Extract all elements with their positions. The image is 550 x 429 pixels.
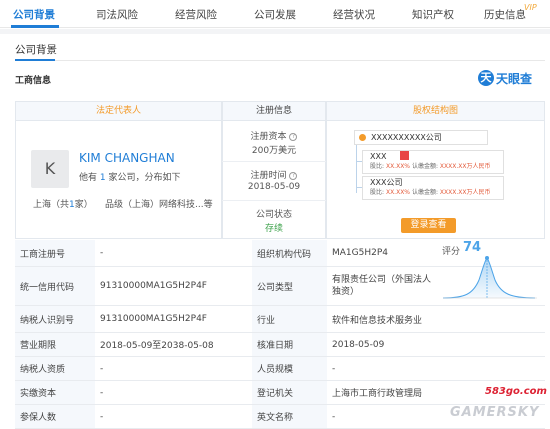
vip-badge: VIP: [524, 3, 537, 12]
table-row: 营业期限 2018-05-09至2038-05-08 核准日期 2018-05-…: [15, 333, 545, 357]
reg-info-divider: [222, 161, 326, 162]
section-title: 公司背景: [15, 44, 57, 56]
location-count: 上海（共1家）: [33, 197, 93, 210]
location-suffix: 家）: [74, 200, 93, 210]
score-distribution-curve: [442, 256, 537, 299]
tab-business-status[interactable]: 经营状况: [333, 7, 375, 23]
reg-capital-label-text: 注册资本: [250, 132, 287, 142]
table-row: 纳税人识别号 91310000MA1G5H2P4F 行业 软件和信息技术服务业: [15, 306, 545, 333]
row-label: 人员规模: [252, 357, 327, 380]
row-value: -: [100, 411, 104, 422]
reg-capital-label: 注册资本 ?: [222, 129, 326, 142]
tab-history[interactable]: 历史信息: [484, 7, 526, 23]
reg-capital-value: 200万美元: [251, 146, 297, 156]
row-label: 纳税人识别号: [15, 306, 95, 332]
help-icon[interactable]: ?: [289, 172, 298, 180]
legal-rep-desc: 他有 1 家公司，分布如下: [79, 170, 181, 183]
business-info-title: 工商信息: [15, 76, 52, 86]
amount-label: 认缴金额:: [411, 189, 438, 196]
location-prefix: 上海（共: [33, 200, 70, 210]
row-label: 营业期限: [15, 333, 95, 356]
table-row: 实缴资本 - 登记机关 上海市工商行政管理局: [15, 381, 545, 405]
amount-value: XXXX.XX万人民币: [439, 163, 491, 170]
help-icon[interactable]: ?: [289, 133, 298, 141]
tianyancha-logo: 天 天眼查: [478, 69, 532, 87]
shareholder-detail: 股比: XX.XX% 认缴金额: XXXX.XX万人民币: [370, 188, 503, 198]
ratio-value: XX.XX%: [385, 163, 411, 170]
row-value: -: [100, 387, 104, 398]
legal-rep-name[interactable]: KIM CHANGHAN: [79, 151, 175, 165]
ratio-label: 股比:: [370, 189, 385, 196]
site-watermark: 583go.com: [485, 386, 547, 397]
company-dot-icon: [359, 134, 366, 141]
amount-label: 认缴金额:: [411, 163, 438, 170]
reg-info-header: 注册信息: [222, 101, 326, 121]
table-row: 纳税人资质 - 人员规模 -: [15, 357, 545, 381]
row-value: 2018-05-09至2038-05-08: [100, 341, 214, 351]
flag-icon: [400, 151, 410, 160]
section-divider: [15, 60, 545, 61]
row-label: 工商注册号: [15, 240, 95, 266]
legal-rep-header: 法定代表人: [15, 101, 222, 121]
company-status-value: 存续: [264, 224, 283, 234]
legal-rep-desc-suffix: 家公司，分布如下: [108, 173, 181, 183]
shareholder-detail: 股比: XX.XX% 认缴金额: XXXX.XX万人民币: [370, 162, 503, 172]
shareholder-name-text: XXX: [370, 152, 387, 161]
row-label: 组织机构代码: [252, 240, 327, 266]
row-value: 软件和信息技术服务业: [332, 315, 423, 326]
row-value: -: [332, 363, 336, 374]
company-count[interactable]: 1: [100, 173, 106, 183]
tab-company-background[interactable]: 公司背景: [13, 7, 55, 23]
row-label: 公司类型: [252, 267, 327, 305]
row-label: 英文名称: [252, 405, 327, 428]
equity-chart[interactable]: XXXXXXXXXX公司 XXX 股比: XX.XX% 认缴金额: XXXX.X…: [346, 128, 510, 204]
shareholder-node: XXX 股比: XX.XX% 认缴金额: XXXX.XX万人民币: [362, 150, 504, 174]
ratio-label: 股比:: [370, 163, 385, 170]
row-value: 有限责任公司（外国法人独资）: [332, 275, 432, 297]
tree-connector: [356, 145, 357, 193]
reg-time-value: 2018-05-09: [247, 182, 301, 192]
tab-intellectual-property[interactable]: 知识产权: [412, 7, 454, 23]
tab-company-development[interactable]: 公司发展: [254, 7, 296, 23]
tab-operational-risk[interactable]: 经营风险: [175, 7, 217, 23]
tab-judicial-risk[interactable]: 司法风险: [96, 7, 138, 23]
tianyancha-logo-icon: 天: [478, 70, 494, 86]
row-label: 实缴资本: [15, 381, 95, 404]
row-value: 91310000MA1G5H2P4F: [100, 314, 207, 324]
active-tab-indicator: [11, 25, 59, 28]
row-label: 登记机关: [252, 381, 327, 404]
top-nav: 公司背景 司法风险 经营风险 公司发展 经营状况 知识产权 历史信息 VIP: [0, 0, 550, 28]
shareholder-name: XXX: [370, 151, 503, 162]
score-panel: 评分 74: [435, 240, 545, 306]
row-label: 统一信用代码: [15, 267, 95, 305]
equity-company-node: XXXXXXXXXX公司: [354, 130, 488, 145]
row-label: 行业: [252, 306, 327, 332]
company-status-label: 公司状态: [255, 210, 292, 220]
shareholder-name: XXX公司: [370, 178, 403, 187]
row-value: 2018-05-09: [332, 339, 385, 350]
row-value: MA1G5H2P4: [332, 248, 388, 258]
amount-value: XXXX.XX万人民币: [439, 189, 491, 196]
reg-info-divider: [222, 200, 326, 201]
row-label: 核准日期: [252, 333, 327, 356]
reg-time-label: 注册时间 ?: [222, 168, 326, 181]
equity-company-name: XXXXXXXXXX公司: [371, 133, 442, 142]
divider-band: [0, 29, 550, 34]
tianyancha-logo-text: 天眼查: [496, 71, 533, 86]
brand-watermark: GAMERSKY: [450, 405, 540, 420]
login-to-view-button[interactable]: 登录查看: [401, 218, 456, 233]
equity-structure-header[interactable]: 股权结构图: [326, 101, 545, 121]
legal-rep-desc-prefix: 他有: [79, 173, 98, 183]
reg-time-label-text: 注册时间: [250, 171, 287, 181]
row-label: 参保人数: [15, 405, 95, 428]
section-title-underline: [15, 59, 55, 61]
related-company-link[interactable]: 品级（上海）网络科技...等: [105, 197, 213, 210]
row-value: 91310000MA1G5H2P4F: [100, 281, 207, 291]
row-value: -: [100, 248, 104, 258]
shareholder-node: XXX公司 股比: XX.XX% 认缴金额: XXXX.XX万人民币: [362, 176, 504, 200]
row-value: -: [100, 363, 104, 374]
row-label: 纳税人资质: [15, 357, 95, 380]
ratio-value: XX.XX%: [385, 189, 411, 196]
avatar: K: [31, 150, 69, 188]
